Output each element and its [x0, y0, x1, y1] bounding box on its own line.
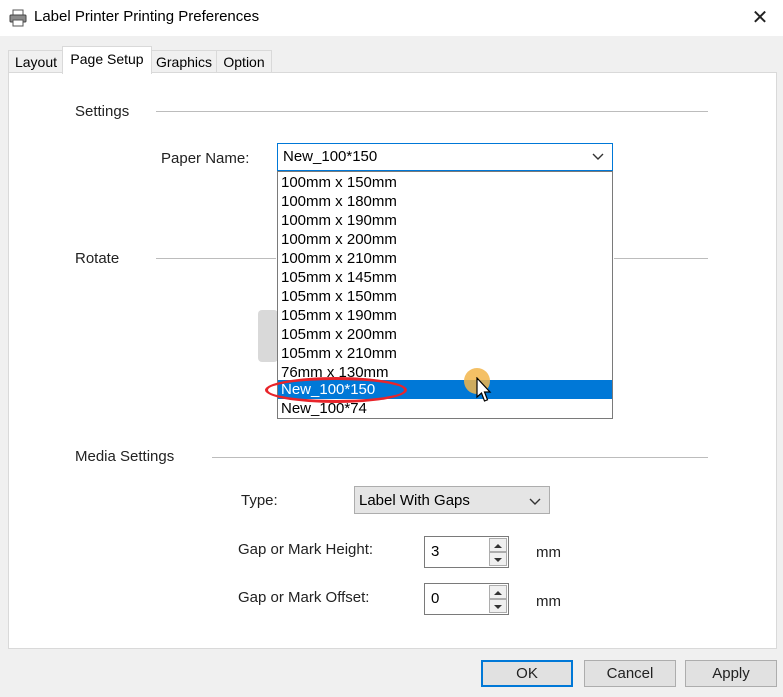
- gap-height-up-button[interactable]: [489, 538, 507, 552]
- settings-heading: Settings: [75, 103, 130, 120]
- gap-height-spinner[interactable]: 3: [424, 536, 509, 568]
- tab-layout[interactable]: Layout: [8, 50, 64, 73]
- mouse-cursor-icon: [476, 377, 492, 402]
- dropdown-option[interactable]: 100mm x 190mm: [278, 211, 612, 230]
- rotate-divider-right: [614, 258, 708, 259]
- chevron-down-icon: [529, 498, 541, 505]
- gap-offset-label: Gap or Mark Offset:: [238, 589, 370, 606]
- gap-offset-spinner[interactable]: 0: [424, 583, 509, 615]
- type-label: Type:: [241, 492, 278, 509]
- red-highlight-ellipse: [265, 377, 407, 403]
- rotate-divider-left: [156, 258, 276, 259]
- gap-offset-value: 0: [431, 590, 440, 607]
- gap-offset-up-button[interactable]: [489, 585, 507, 599]
- caret-down-icon: [494, 605, 502, 609]
- dropdown-option[interactable]: 105mm x 200mm: [278, 325, 612, 344]
- media-type-value: Label With Gaps: [359, 492, 470, 509]
- close-button[interactable]: ✕: [737, 0, 783, 36]
- window-title: Label Printer Printing Preferences: [34, 8, 260, 25]
- caret-up-icon: [494, 544, 502, 548]
- title-bar: Label Printer Printing Preferences ✕: [0, 0, 783, 36]
- media-settings-heading: Media Settings: [75, 448, 175, 465]
- dropdown-option[interactable]: 105mm x 190mm: [278, 306, 612, 325]
- dropdown-option[interactable]: 105mm x 150mm: [278, 287, 612, 306]
- tab-option[interactable]: Option: [216, 50, 272, 73]
- dropdown-option[interactable]: 105mm x 145mm: [278, 268, 612, 287]
- dropdown-option[interactable]: 100mm x 150mm: [278, 173, 612, 192]
- paper-name-value: New_100*150: [283, 148, 378, 165]
- printer-icon: [9, 9, 27, 27]
- gap-height-label: Gap or Mark Height:: [238, 541, 374, 558]
- caret-down-icon: [494, 558, 502, 562]
- paper-name-label: Paper Name:: [161, 150, 250, 167]
- gap-offset-down-button[interactable]: [489, 599, 507, 613]
- orientation-preview: [258, 310, 278, 362]
- dropdown-option[interactable]: 100mm x 180mm: [278, 192, 612, 211]
- media-type-select[interactable]: Label With Gaps: [354, 486, 550, 514]
- gap-offset-unit: mm: [536, 593, 561, 610]
- dropdown-option[interactable]: 100mm x 210mm: [278, 249, 612, 268]
- gap-height-unit: mm: [536, 544, 561, 561]
- dropdown-option[interactable]: 105mm x 210mm: [278, 344, 612, 363]
- rotate-heading: Rotate: [75, 250, 120, 267]
- caret-up-icon: [494, 591, 502, 595]
- paper-name-combobox[interactable]: New_100*150: [277, 143, 613, 171]
- cancel-button[interactable]: Cancel: [584, 660, 676, 687]
- gap-height-value: 3: [431, 543, 440, 560]
- ok-button[interactable]: OK: [481, 660, 573, 687]
- tab-graphics[interactable]: Graphics: [150, 50, 218, 73]
- dropdown-option[interactable]: 100mm x 200mm: [278, 230, 612, 249]
- chevron-down-icon: [592, 153, 604, 160]
- settings-divider: [156, 111, 708, 112]
- apply-button[interactable]: Apply: [685, 660, 777, 687]
- tab-page-setup[interactable]: Page Setup: [62, 46, 152, 74]
- media-settings-divider: [212, 457, 708, 458]
- gap-height-down-button[interactable]: [489, 552, 507, 566]
